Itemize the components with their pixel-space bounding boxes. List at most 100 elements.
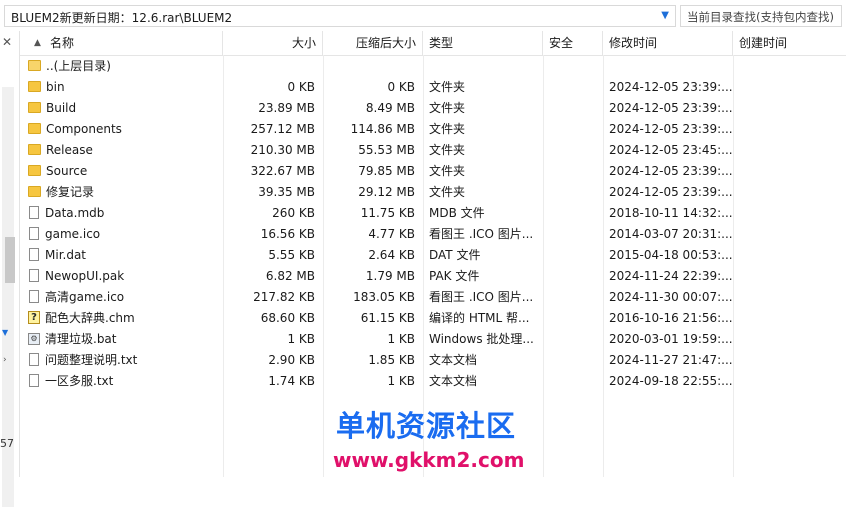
file-size: 0 KB — [287, 80, 315, 94]
file-modified-time: 2016-10-16 21:56:... — [609, 311, 733, 325]
folder-icon — [28, 102, 41, 113]
file-type: PAK 文件 — [429, 269, 480, 283]
path-input[interactable]: BLUEM2新更新日期：12.6.rar\BLUEM2 ▼ — [4, 5, 676, 27]
file-list: ..(上层目录) bin 0 KB 0 KB 文件夹 2024-12-05 23:39:.… — [20, 56, 846, 392]
file-compressed-size — [324, 56, 415, 77]
file-modified-time: 2020-03-01 19:59:... — [609, 332, 733, 346]
chevron-down-icon[interactable]: ▼ — [661, 10, 669, 21]
column-security-label: 安全 — [549, 36, 574, 50]
file-compressed-size: 1.85 KB — [368, 353, 415, 367]
column-type[interactable]: 类型 — [423, 31, 543, 55]
file-modified-time: 2014-03-07 20:31:... — [609, 227, 733, 241]
file-name-cell: Data.mdb — [28, 203, 218, 224]
file-modified-time: 2024-11-24 22:39:... — [609, 269, 733, 283]
column-compressed-label: 压缩后大小 — [355, 36, 416, 50]
left-pane: ✕ ▼ › 57 — [0, 31, 19, 507]
file-row[interactable]: Data.mdb 260 KB 11.75 KB MDB 文件 2018-10-11 1… — [20, 203, 846, 224]
file-compressed-size: 114.86 MB — [350, 122, 415, 136]
column-size[interactable]: 大小 — [223, 31, 323, 55]
file-row[interactable]: 高清game.ico 217.82 KB 183.05 KB 看图王 .ICO 图片.… — [20, 287, 846, 308]
file-icon — [29, 269, 39, 282]
file-row[interactable]: 一区多服.txt 1.74 KB 1 KB 文本文档 2024-09-18 22:55:… — [20, 371, 846, 392]
watermark-title: 单机资源社区 — [336, 409, 517, 443]
text-file-icon — [29, 374, 39, 387]
column-created[interactable]: 创建时间 — [733, 31, 846, 55]
file-name: Release — [46, 143, 93, 157]
file-type: Windows 批处理... — [429, 332, 534, 346]
file-size: 257.12 MB — [250, 122, 315, 136]
file-row[interactable]: Source 322.67 MB 79.85 MB 文件夹 2024-12-05 23:… — [20, 161, 846, 182]
file-row[interactable]: ? 配色大辞典.chm 68.60 KB 61.15 KB 编译的 HTML 帮... 2… — [20, 308, 846, 329]
folder-icon — [28, 186, 41, 197]
file-row[interactable]: bin 0 KB 0 KB 文件夹 2024-12-05 23:39:... — [20, 77, 846, 98]
file-type — [429, 56, 541, 77]
file-name: 配色大辞典.chm — [45, 311, 135, 325]
file-icon — [29, 248, 39, 261]
file-type: 文件夹 — [429, 122, 466, 136]
file-type: 文件夹 — [429, 80, 466, 94]
file-type: 文件夹 — [429, 185, 466, 199]
file-modified-time: 2024-12-05 23:39:... — [609, 185, 733, 199]
search-input[interactable] — [685, 7, 845, 27]
file-row[interactable]: Components 257.12 MB 114.86 MB 文件夹 2024-12-0… — [20, 119, 846, 140]
folder-icon — [28, 144, 41, 155]
column-compressed[interactable]: 压缩后大小 — [323, 31, 423, 55]
file-row[interactable]: ..(上层目录) — [20, 56, 846, 77]
file-size: 39.35 MB — [258, 185, 315, 199]
close-icon[interactable]: ✕ — [2, 35, 12, 49]
file-name: NewopUI.pak — [45, 269, 125, 283]
column-name-label: 名称 — [50, 36, 75, 50]
file-name-cell: Components — [28, 119, 218, 140]
file-type: 文本文档 — [429, 374, 478, 388]
column-modified[interactable]: 修改时间 — [603, 31, 733, 55]
file-modified-time: 2024-11-27 21:47:... — [609, 353, 733, 367]
file-name-cell: ? 配色大辞典.chm — [28, 308, 218, 329]
file-name-cell: Build — [28, 98, 218, 119]
file-icon — [29, 206, 39, 219]
file-size: 210.30 MB — [250, 143, 315, 157]
chevron-right-icon[interactable]: › — [3, 355, 7, 365]
file-row[interactable]: Release 210.30 MB 55.53 MB 文件夹 2024-12-05 23… — [20, 140, 846, 161]
file-compressed-size: 1.79 MB — [365, 269, 415, 283]
file-compressed-size: 183.05 KB — [353, 290, 415, 304]
file-type: 文件夹 — [429, 164, 466, 178]
file-row[interactable]: NewopUI.pak 6.82 MB 1.79 MB PAK 文件 2024-11-2… — [20, 266, 846, 287]
file-compressed-size: 79.85 MB — [358, 164, 415, 178]
path-text: BLUEM2新更新日期：12.6.rar\BLUEM2 — [11, 11, 233, 25]
column-name[interactable]: ▲ 名称 — [20, 31, 223, 55]
file-name: 高清game.ico — [45, 290, 125, 304]
file-row[interactable]: game.ico 16.56 KB 4.77 KB 看图王 .ICO 图片... 201… — [20, 224, 846, 245]
file-compressed-size: 61.15 KB — [360, 311, 415, 325]
file-compressed-size: 29.12 MB — [358, 185, 415, 199]
file-row[interactable]: Mir.dat 5.55 KB 2.64 KB DAT 文件 2015-04-18 00… — [20, 245, 846, 266]
search-field[interactable] — [680, 5, 845, 27]
file-row[interactable]: 修复记录 39.35 MB 29.12 MB 文件夹 2024-12-05 23:39:… — [20, 182, 846, 203]
file-name: Source — [46, 164, 88, 178]
column-header: ▲ 名称 大小 压缩后大小 类型 安全 修改时间 创建时间 — [20, 31, 846, 56]
file-type: DAT 文件 — [429, 248, 481, 262]
file-name: 问题整理说明.txt — [45, 353, 138, 367]
file-row[interactable]: Build 23.89 MB 8.49 MB 文件夹 2024-12-05 23:39:… — [20, 98, 846, 119]
file-size: 23.89 MB — [258, 101, 315, 115]
triangle-down-icon[interactable]: ▼ — [2, 328, 8, 337]
file-name: Components — [46, 122, 122, 136]
file-row[interactable]: 问题整理说明.txt 2.90 KB 1.85 KB 文本文档 2024-11-27 2… — [20, 350, 846, 371]
file-modified-time — [609, 56, 739, 77]
column-security[interactable]: 安全 — [543, 31, 603, 55]
file-row[interactable]: ⚙ 清理垃圾.bat 1 KB 1 KB Windows 批处理... 2020-03-0… — [20, 329, 846, 350]
file-modified-time: 2024-09-18 22:55:... — [609, 374, 733, 388]
scrollbar-thumb[interactable] — [5, 237, 15, 283]
file-size: 5.55 KB — [268, 248, 315, 262]
file-modified-time: 2024-12-05 23:39:... — [609, 101, 733, 115]
file-modified-time: 2024-12-05 23:39:... — [609, 80, 733, 94]
file-modified-time: 2015-04-18 00:53:... — [609, 248, 733, 262]
file-compressed-size: 1 KB — [387, 332, 415, 346]
file-modified-time: 2024-12-05 23:39:... — [609, 122, 733, 136]
file-name-cell: ..(上层目录) — [28, 56, 218, 77]
file-name-cell: 高清game.ico — [28, 287, 218, 308]
file-modified-time: 2024-12-05 23:45:... — [609, 143, 733, 157]
column-created-label: 创建时间 — [739, 36, 788, 50]
file-name-cell: bin — [28, 77, 218, 98]
file-compressed-size: 0 KB — [387, 80, 415, 94]
text-file-icon — [29, 353, 39, 366]
